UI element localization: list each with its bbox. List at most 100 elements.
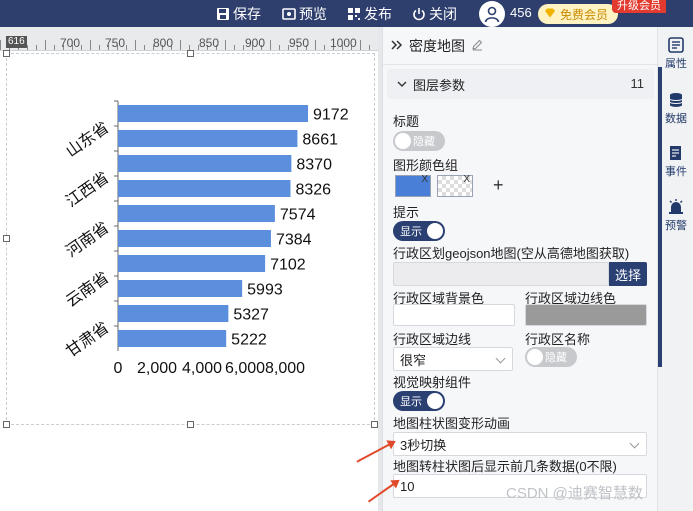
ruler-tick	[45, 40, 46, 50]
rail-label: 数据	[665, 113, 687, 125]
toggle-knob	[427, 393, 443, 409]
region-name-toggle[interactable]: 隐藏	[525, 347, 577, 367]
attributes-icon	[667, 37, 685, 53]
bar	[118, 155, 292, 172]
chevron-down-icon	[629, 438, 640, 449]
rail-item-alerts[interactable]: 预警	[658, 199, 693, 233]
group-title: 图层参数	[413, 77, 466, 93]
close-button[interactable]: 关闭	[412, 0, 457, 27]
bar	[118, 280, 243, 297]
data-label: 5993	[247, 282, 283, 299]
toggle-text: 显示	[400, 226, 422, 238]
ruler-tick	[36, 45, 37, 50]
rail-label: 预警	[665, 220, 687, 232]
remove-swatch-icon[interactable]: X	[421, 174, 428, 185]
rail-item-attributes[interactable]: 属性	[658, 37, 693, 71]
region-border-select[interactable]: 很窄	[393, 347, 513, 371]
x-tick-label: 8,000	[265, 360, 305, 377]
x-tick-label: 6,000	[225, 360, 265, 377]
save-label: 保存	[233, 5, 261, 22]
title-label: 标题	[393, 114, 420, 129]
animation-label: 地图柱状图变形动画	[393, 416, 511, 431]
database-icon	[667, 92, 685, 108]
data-label: 7574	[280, 207, 316, 224]
region-name-label: 行政区名称	[525, 332, 591, 347]
category-label: 甘肃省	[63, 319, 113, 361]
rail-item-events[interactable]: 事件	[658, 145, 693, 179]
remove-swatch-icon[interactable]: X	[463, 174, 470, 185]
x-tick-label: 0	[114, 360, 123, 377]
close-label: 关闭	[429, 5, 457, 22]
watermark: CSDN @迪赛智慧数	[506, 485, 643, 502]
publish-button[interactable]: 发布	[347, 0, 392, 27]
ruler-tick	[126, 45, 127, 50]
event-icon	[667, 145, 685, 161]
preview-button[interactable]: 预览	[282, 0, 327, 27]
animation-value: 3秒切换	[400, 437, 447, 453]
geojson-select-button[interactable]: 选择	[609, 262, 647, 286]
ruler-tick	[81, 45, 82, 50]
ruler-tick	[234, 45, 235, 50]
bar	[118, 255, 266, 272]
collapse-icon[interactable]	[391, 38, 403, 54]
toggle-knob	[395, 133, 411, 149]
region-border-value: 很窄	[400, 352, 427, 368]
ruler-tick	[27, 45, 28, 50]
panel-header: 密度地图	[383, 27, 657, 65]
color-swatch-transparent[interactable]: X	[437, 174, 473, 197]
data-label: 7384	[276, 232, 312, 249]
alarm-icon	[667, 199, 685, 215]
geojson-input[interactable]	[393, 262, 609, 286]
data-label: 8326	[295, 182, 331, 199]
toggle-knob	[427, 223, 443, 239]
group-count: 11	[630, 76, 645, 91]
ruler-tick	[0, 40, 1, 50]
ruler-tick	[369, 45, 370, 50]
save-button[interactable]: 保存	[216, 0, 261, 27]
rail-item-data[interactable]: 数据	[658, 92, 693, 126]
user-icon	[484, 6, 500, 23]
color-swatch-primary[interactable]: X	[395, 174, 431, 197]
preview-label: 预览	[299, 5, 327, 22]
data-label: 8370	[296, 157, 332, 174]
ruler-tick	[135, 40, 136, 50]
data-label: 9172	[313, 107, 349, 124]
design-canvas[interactable]: 5222 甘肃省 5327 5993 云南省 7102 7384 河南省 7574 8326 江西省…	[0, 50, 378, 511]
add-color-icon[interactable]: +	[493, 175, 504, 196]
chevron-down-icon	[397, 77, 407, 92]
ruler-tick	[99, 45, 100, 50]
ruler-tick	[279, 45, 280, 50]
ruler-tick	[324, 45, 325, 50]
toggle-text: 显示	[400, 396, 422, 408]
publish-label: 发布	[364, 5, 392, 22]
region-border-label: 行政区域边线	[393, 332, 472, 347]
ruler-tick	[90, 40, 91, 50]
avatar[interactable]	[479, 1, 505, 27]
upgrade-button[interactable]: 升级会员	[612, 0, 666, 13]
save-icon	[216, 7, 230, 21]
group-header-layer-params[interactable]: 图层参数 11	[387, 69, 654, 99]
member-badge[interactable]: 免费会员	[538, 4, 618, 24]
ruler-label: 950	[289, 36, 310, 50]
bar	[118, 330, 227, 347]
top-n-label: 地图转柱状图后显示前几条数据(0不限)	[393, 459, 617, 474]
animation-select[interactable]: 3秒切换	[393, 432, 647, 456]
data-label: 5222	[231, 332, 267, 349]
bar	[118, 305, 229, 322]
region-bg-color-picker[interactable]	[393, 304, 515, 326]
title-visibility-toggle[interactable]: 隐藏	[393, 131, 445, 151]
ruler-tick	[315, 40, 316, 50]
ruler-tick	[243, 45, 244, 50]
edit-icon[interactable]	[471, 38, 483, 54]
bar-chart: 5222 甘肃省 5327 5993 云南省 7102 7384 河南省 7574 8326 江西省…	[63, 100, 349, 377]
region-border-color-picker[interactable]	[525, 304, 647, 326]
data-label: 5327	[233, 307, 269, 324]
tip-visibility-toggle[interactable]: 显示	[393, 221, 445, 241]
user-id: 456	[510, 5, 532, 20]
x-tick-label: 2,000	[137, 360, 177, 377]
chevron-down-icon	[495, 353, 506, 364]
geojson-label: 行政区划geojson地图(空从高德地图获取)	[393, 246, 630, 261]
top-toolbar: 保存 预览 发布 关闭 456 免费会员 升级会员	[0, 0, 693, 27]
visual-map-toggle[interactable]: 显示	[393, 391, 445, 411]
ruler-label: 750	[105, 36, 126, 50]
